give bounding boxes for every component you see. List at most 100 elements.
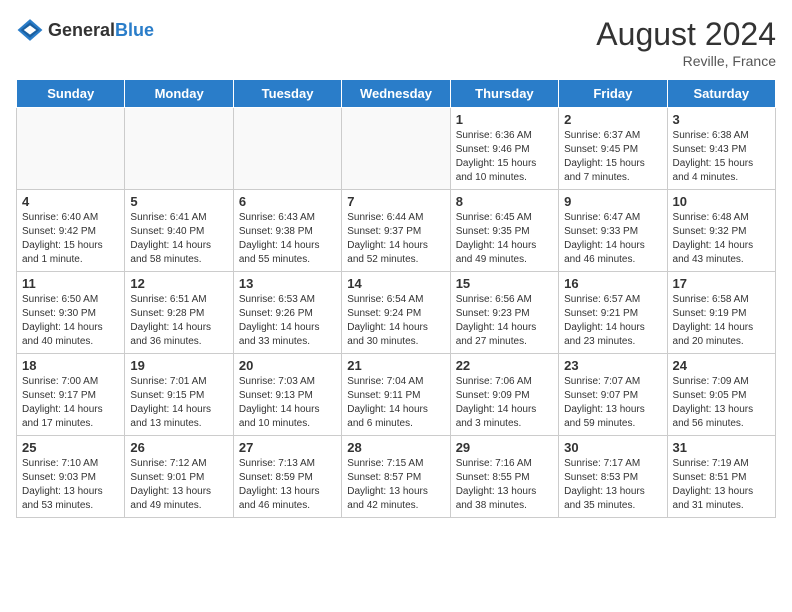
calendar-body: 1Sunrise: 6:36 AM Sunset: 9:46 PM Daylig… — [17, 108, 776, 518]
calendar-cell: 16 Sunrise: 6:57 AM Sunset: 9:21 PM Dayli… — [559, 272, 667, 354]
cell-content: Sunrise: 6:58 AM Sunset: 9:19 PM Dayligh… — [673, 293, 770, 349]
calendar-cell — [17, 108, 125, 190]
calendar-cell: 12 Sunrise: 6:51 AM Sunset: 9:28 PM Dayli… — [125, 272, 233, 354]
logo: GeneralBlue — [16, 16, 154, 44]
cell-content: Sunrise: 6:53 AM Sunset: 9:26 PM Dayligh… — [239, 293, 336, 349]
cell-content: Sunrise: 7:13 AM Sunset: 8:59 PM Dayligh… — [239, 457, 336, 513]
calendar-cell: 26 Sunrise: 7:12 AM Sunset: 9:01 PM Dayli… — [125, 436, 233, 518]
cell-content: Sunrise: 6:57 AM Sunset: 9:21 PM Dayligh… — [564, 293, 661, 349]
cell-content: Sunrise: 7:04 AM Sunset: 9:11 PM Dayligh… — [347, 375, 444, 431]
cell-content: Sunrise: 6:44 AM Sunset: 9:37 PM Dayligh… — [347, 211, 444, 267]
calendar-cell — [125, 108, 233, 190]
calendar-cell: 22 Sunrise: 7:06 AM Sunset: 9:09 PM Dayli… — [450, 354, 558, 436]
calendar-cell: 21 Sunrise: 7:04 AM Sunset: 9:11 PM Dayli… — [342, 354, 450, 436]
calendar-cell — [342, 108, 450, 190]
cell-content: Sunrise: 7:17 AM Sunset: 8:53 PM Dayligh… — [564, 457, 661, 513]
day-number: 26 — [130, 440, 227, 455]
calendar-cell: 23Sunrise: 7:07 AM Sunset: 9:07 PM Dayli… — [559, 354, 667, 436]
logo-text-blue: Blue — [115, 20, 154, 40]
calendar-day-header: Friday — [559, 80, 667, 108]
calendar-cell: 28 Sunrise: 7:15 AM Sunset: 8:57 PM Dayli… — [342, 436, 450, 518]
calendar-cell: 20 Sunrise: 7:03 AM Sunset: 9:13 PM Dayli… — [233, 354, 341, 436]
calendar-cell: 19Sunrise: 7:01 AM Sunset: 9:15 PM Dayli… — [125, 354, 233, 436]
calendar-cell: 5 Sunrise: 6:41 AM Sunset: 9:40 PM Daylig… — [125, 190, 233, 272]
cell-content: Sunrise: 6:40 AM Sunset: 9:42 PM Dayligh… — [22, 211, 119, 267]
calendar-day-header: Saturday — [667, 80, 775, 108]
day-number: 7 — [347, 194, 444, 209]
calendar-cell: 3Sunrise: 6:38 AM Sunset: 9:43 PM Daylig… — [667, 108, 775, 190]
cell-content: Sunrise: 6:36 AM Sunset: 9:46 PM Dayligh… — [456, 129, 553, 185]
day-number: 24 — [673, 358, 770, 373]
calendar-week-row: 18Sunrise: 7:00 AM Sunset: 9:17 PM Dayli… — [17, 354, 776, 436]
logo-text-general: General — [48, 20, 115, 40]
cell-content: Sunrise: 7:03 AM Sunset: 9:13 PM Dayligh… — [239, 375, 336, 431]
cell-content: Sunrise: 6:54 AM Sunset: 9:24 PM Dayligh… — [347, 293, 444, 349]
day-number: 12 — [130, 276, 227, 291]
cell-content: Sunrise: 6:37 AM Sunset: 9:45 PM Dayligh… — [564, 129, 661, 185]
day-number: 2 — [564, 112, 661, 127]
calendar-week-row: 11 Sunrise: 6:50 AM Sunset: 9:30 PM Dayli… — [17, 272, 776, 354]
cell-content: Sunrise: 7:10 AM Sunset: 9:03 PM Dayligh… — [22, 457, 119, 513]
day-number: 8 — [456, 194, 553, 209]
title-block: August 2024 Reville, France — [596, 16, 776, 69]
month-year: August 2024 — [596, 16, 776, 53]
calendar-cell: 10Sunrise: 6:48 AM Sunset: 9:32 PM Dayli… — [667, 190, 775, 272]
calendar-cell: 27 Sunrise: 7:13 AM Sunset: 8:59 PM Dayli… — [233, 436, 341, 518]
day-number: 16 — [564, 276, 661, 291]
day-number: 4 — [22, 194, 119, 209]
calendar-cell: 6Sunrise: 6:43 AM Sunset: 9:38 PM Daylig… — [233, 190, 341, 272]
calendar-cell: 13 Sunrise: 6:53 AM Sunset: 9:26 PM Dayli… — [233, 272, 341, 354]
cell-content: Sunrise: 6:45 AM Sunset: 9:35 PM Dayligh… — [456, 211, 553, 267]
calendar-cell: 25Sunrise: 7:10 AM Sunset: 9:03 PM Dayli… — [17, 436, 125, 518]
day-number: 28 — [347, 440, 444, 455]
day-number: 14 — [347, 276, 444, 291]
calendar-week-row: 1Sunrise: 6:36 AM Sunset: 9:46 PM Daylig… — [17, 108, 776, 190]
calendar-week-row: 25Sunrise: 7:10 AM Sunset: 9:03 PM Dayli… — [17, 436, 776, 518]
calendar-cell: 1Sunrise: 6:36 AM Sunset: 9:46 PM Daylig… — [450, 108, 558, 190]
cell-content: Sunrise: 6:48 AM Sunset: 9:32 PM Dayligh… — [673, 211, 770, 267]
day-number: 15 — [456, 276, 553, 291]
calendar-cell: 17 Sunrise: 6:58 AM Sunset: 9:19 PM Dayli… — [667, 272, 775, 354]
day-number: 21 — [347, 358, 444, 373]
day-number: 9 — [564, 194, 661, 209]
calendar-cell: 31 Sunrise: 7:19 AM Sunset: 8:51 PM Dayli… — [667, 436, 775, 518]
calendar-week-row: 4 Sunrise: 6:40 AM Sunset: 9:42 PM Daylig… — [17, 190, 776, 272]
calendar-cell: 9Sunrise: 6:47 AM Sunset: 9:33 PM Daylig… — [559, 190, 667, 272]
calendar-cell: 18Sunrise: 7:00 AM Sunset: 9:17 PM Dayli… — [17, 354, 125, 436]
calendar-cell: 4 Sunrise: 6:40 AM Sunset: 9:42 PM Daylig… — [17, 190, 125, 272]
day-number: 31 — [673, 440, 770, 455]
cell-content: Sunrise: 7:07 AM Sunset: 9:07 PM Dayligh… — [564, 375, 661, 431]
cell-content: Sunrise: 7:06 AM Sunset: 9:09 PM Dayligh… — [456, 375, 553, 431]
logo-icon — [16, 16, 44, 44]
calendar-cell: 8 Sunrise: 6:45 AM Sunset: 9:35 PM Daylig… — [450, 190, 558, 272]
calendar-cell — [233, 108, 341, 190]
cell-content: Sunrise: 6:56 AM Sunset: 9:23 PM Dayligh… — [456, 293, 553, 349]
calendar-cell: 30Sunrise: 7:17 AM Sunset: 8:53 PM Dayli… — [559, 436, 667, 518]
cell-content: Sunrise: 7:19 AM Sunset: 8:51 PM Dayligh… — [673, 457, 770, 513]
cell-content: Sunrise: 7:15 AM Sunset: 8:57 PM Dayligh… — [347, 457, 444, 513]
calendar-header: SundayMondayTuesdayWednesdayThursdayFrid… — [17, 80, 776, 108]
calendar-header-row: SundayMondayTuesdayWednesdayThursdayFrid… — [17, 80, 776, 108]
cell-content: Sunrise: 6:41 AM Sunset: 9:40 PM Dayligh… — [130, 211, 227, 267]
calendar-day-header: Monday — [125, 80, 233, 108]
day-number: 17 — [673, 276, 770, 291]
calendar-cell: 14 Sunrise: 6:54 AM Sunset: 9:24 PM Dayli… — [342, 272, 450, 354]
calendar-cell: 7 Sunrise: 6:44 AM Sunset: 9:37 PM Daylig… — [342, 190, 450, 272]
day-number: 20 — [239, 358, 336, 373]
calendar-cell: 15 Sunrise: 6:56 AM Sunset: 9:23 PM Dayli… — [450, 272, 558, 354]
cell-content: Sunrise: 6:51 AM Sunset: 9:28 PM Dayligh… — [130, 293, 227, 349]
day-number: 27 — [239, 440, 336, 455]
day-number: 3 — [673, 112, 770, 127]
calendar: SundayMondayTuesdayWednesdayThursdayFrid… — [16, 79, 776, 518]
calendar-cell: 2 Sunrise: 6:37 AM Sunset: 9:45 PM Daylig… — [559, 108, 667, 190]
calendar-day-header: Wednesday — [342, 80, 450, 108]
day-number: 13 — [239, 276, 336, 291]
cell-content: Sunrise: 6:50 AM Sunset: 9:30 PM Dayligh… — [22, 293, 119, 349]
day-number: 29 — [456, 440, 553, 455]
day-number: 19 — [130, 358, 227, 373]
cell-content: Sunrise: 7:12 AM Sunset: 9:01 PM Dayligh… — [130, 457, 227, 513]
day-number: 5 — [130, 194, 227, 209]
cell-content: Sunrise: 6:43 AM Sunset: 9:38 PM Dayligh… — [239, 211, 336, 267]
day-number: 22 — [456, 358, 553, 373]
day-number: 11 — [22, 276, 119, 291]
